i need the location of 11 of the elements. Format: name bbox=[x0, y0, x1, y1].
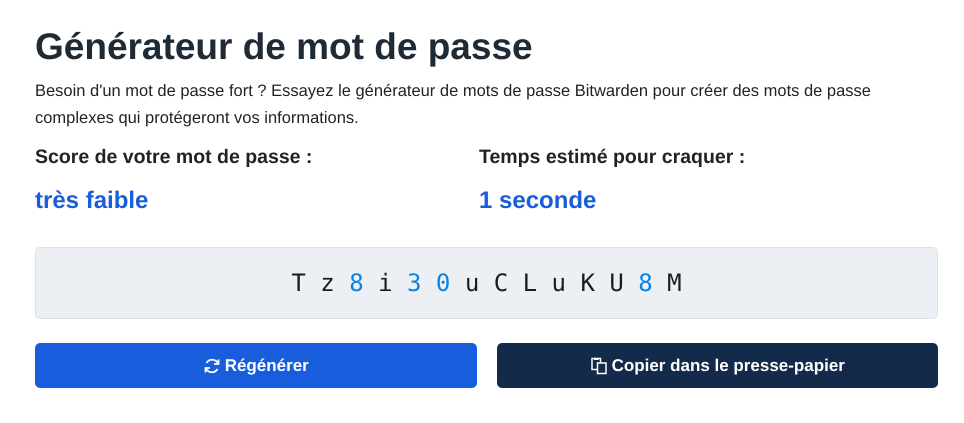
password-text: T z 8 i 3 0 u C L u K U 8 M bbox=[291, 269, 682, 297]
description: Besoin d'un mot de passe fort ? Essayez le générateur de mots de passe Bitwarden pour créer des mots de passe complexes qui protégeront vos informations. bbox=[35, 81, 872, 129]
stat-label: Temps estimé pour craquer : bbox=[479, 146, 746, 169]
regenerate-button[interactable]: Régénérer bbox=[35, 343, 476, 388]
stat-value: 1 seconde bbox=[479, 187, 598, 215]
copy-icon bbox=[590, 356, 608, 374]
stat-label: Score de votre mot de passe : bbox=[35, 146, 314, 169]
stat-value: très faible bbox=[35, 187, 150, 215]
page-title: Générateur de mot de passe bbox=[35, 25, 534, 69]
copy-button[interactable]: Copier dans le presse-papier bbox=[496, 343, 938, 388]
refresh-icon bbox=[202, 356, 221, 374]
